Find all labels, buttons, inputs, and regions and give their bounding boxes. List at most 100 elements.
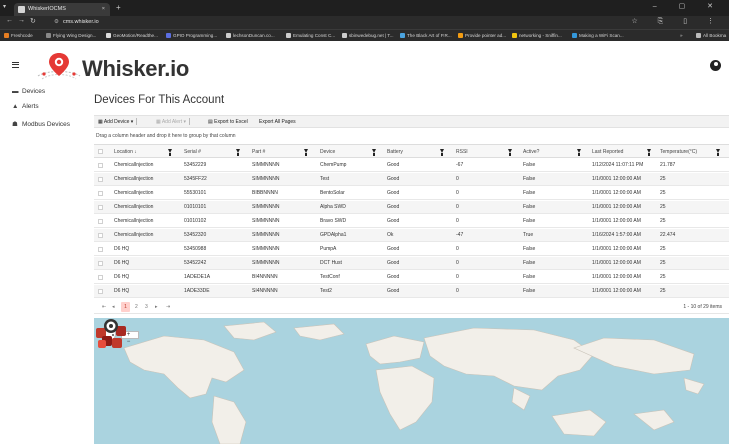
previous-page-icon[interactable]: ◂ — [112, 302, 115, 312]
row-checkbox[interactable] — [98, 275, 103, 280]
filter-icon[interactable] — [236, 149, 240, 156]
favicon-icon — [18, 6, 25, 13]
table-row[interactable]: D6 HQ 53452242 SIMMNNNN DCT Hust Good 0 False 1… — [94, 257, 729, 270]
bookmark-item[interactable]: GeoMotion/Readthe... — [106, 31, 158, 41]
cell-rssi: 0 — [456, 288, 459, 294]
bookmark-item[interactable]: networking - Sniffin... — [512, 31, 562, 41]
row-checkbox[interactable] — [98, 177, 103, 182]
reload-icon[interactable]: ↻ — [30, 17, 36, 25]
row-checkbox[interactable] — [98, 205, 103, 210]
table-row[interactable]: ChemicalInjection 01010102 SIMMNNNN Bravo S… — [94, 215, 729, 228]
page-button[interactable]: 2 — [135, 302, 138, 312]
device-cluster-marker-icon[interactable] — [94, 318, 128, 354]
table-row[interactable]: ChemicalInjection 53452320 SIMMNNNN GPDAlph… — [94, 229, 729, 242]
close-tab-icon[interactable]: × — [102, 3, 105, 16]
device-map[interactable]: + − — [94, 318, 729, 444]
cell-active: False — [523, 260, 536, 266]
filter-icon[interactable] — [304, 149, 308, 156]
column-header-last-reported[interactable]: Last Reported — [592, 145, 623, 159]
tab-search-icon[interactable]: ▾ — [3, 3, 6, 10]
filter-icon[interactable] — [508, 149, 512, 156]
browser-action-icons[interactable]: ☆ ⎘ ▯ ⋮ — [631, 17, 723, 26]
column-header-active[interactable]: Active? — [523, 145, 539, 159]
table-row[interactable]: ChemicalInjection 55530101 BIBBNNNN BentoSo… — [94, 187, 729, 200]
bookmark-item[interactable]: Making a WiFi Scan... — [572, 31, 624, 41]
window-controls[interactable]: – ▢ ✕ — [653, 2, 723, 10]
table-row[interactable]: D6 HQ 53450988 SIMMNNNN PumpA Good 0 False 1/1/… — [94, 243, 729, 256]
filter-icon[interactable] — [647, 149, 651, 156]
column-header-device[interactable]: Device — [320, 145, 335, 159]
filter-icon[interactable] — [716, 149, 720, 156]
bookmark-item[interactable]: lechsonDuncan.co... — [226, 31, 275, 41]
sidebar-item-alerts[interactable]: ▲ Alerts — [12, 103, 39, 110]
export-all-pages-button[interactable]: Export All Pages — [259, 118, 296, 127]
cell-serial: 1ADE33DE — [184, 288, 210, 294]
bookmark-item[interactable]: Provide pointer ad... — [458, 31, 506, 41]
table-row[interactable]: ChemicalInjection 01010101 SIMMNNNN Alpha S… — [94, 201, 729, 214]
browser-tab[interactable]: WhiskerIOCMS × — [14, 3, 110, 16]
new-tab-icon[interactable]: + — [116, 3, 121, 12]
row-checkbox[interactable] — [98, 233, 103, 238]
table-row[interactable]: D6 HQ 1ADEDE1A BI4NNNNN TestConf Good 0 False 1… — [94, 271, 729, 284]
first-page-icon[interactable]: ⇤ — [102, 302, 106, 312]
filter-icon[interactable] — [440, 149, 444, 156]
cell-battery: Good — [387, 288, 400, 294]
cell-active: False — [523, 246, 536, 252]
grid-pager: ⇤ ◂ 1 2 3 ▸ ⇥ 1 - 10 of 29 items — [94, 300, 729, 314]
cell-battery: Good — [387, 190, 400, 196]
grid-header: Location ↓ Serial # Part # Device Batter… — [94, 144, 729, 158]
export-excel-button[interactable]: ▤ Export to Excel — [208, 118, 248, 127]
cell-part: SIMMNNNN — [252, 204, 280, 210]
cell-temperature: 25 — [660, 288, 666, 294]
group-by-drop-zone[interactable]: Drag a column header and drop it here to… — [94, 130, 729, 142]
more-bookmarks-icon[interactable]: » — [680, 31, 683, 41]
url-field[interactable]: ⚙ cms.whisker.io — [54, 17, 99, 28]
table-row[interactable]: D6 HQ 1ADE33DE SI4NNNNN Test2 Good 0 False 1/1/… — [94, 285, 729, 298]
cell-location: ChemicalInjection — [114, 218, 154, 224]
bookmark-item[interactable]: Freshcode — [4, 31, 33, 41]
last-page-icon[interactable]: ⇥ — [166, 302, 170, 312]
filter-icon[interactable] — [372, 149, 376, 156]
add-device-button[interactable]: ▦ Add Device ▾ — [98, 118, 138, 127]
cell-device: Test2 — [320, 288, 332, 294]
filter-icon[interactable] — [168, 149, 172, 156]
column-header-rssi[interactable]: RSSI — [456, 145, 468, 159]
filter-icon[interactable] — [577, 149, 581, 156]
next-page-icon[interactable]: ▸ — [155, 302, 158, 312]
bookmark-item[interactable]: Emulating Const C... — [286, 31, 335, 41]
cell-temperature: 25 — [660, 274, 666, 280]
back-icon[interactable]: ← — [6, 17, 13, 24]
user-account-icon[interactable] — [710, 60, 721, 71]
cell-active: False — [523, 204, 536, 210]
all-bookmarks[interactable]: All Bookma — [696, 31, 726, 41]
page-button[interactable]: 3 — [145, 302, 148, 312]
column-header-battery[interactable]: Battery — [387, 145, 403, 159]
select-all-checkbox[interactable] — [98, 149, 103, 154]
cell-serial: 53452320 — [184, 232, 207, 238]
table-row[interactable]: ChemicalInjection 5345FF22 SIMMNNNN Test Goo… — [94, 173, 729, 186]
row-checkbox[interactable] — [98, 247, 103, 252]
hamburger-menu-icon[interactable] — [12, 62, 19, 68]
table-row[interactable]: ChemicalInjection 53452229 SIMMNNNN ChemPum… — [94, 159, 729, 172]
column-header-serial[interactable]: Serial # — [184, 145, 201, 159]
cell-part: BI4NNNNN — [252, 274, 278, 280]
bookmark-item[interactable]: GPIO Programming... — [166, 31, 217, 41]
cell-rssi: 0 — [456, 204, 459, 210]
forward-icon[interactable]: → — [18, 17, 25, 24]
sidebar-item-devices[interactable]: ▬ Devices — [12, 88, 45, 95]
bookmark-item[interactable]: The Black Art of P.R... — [400, 31, 452, 41]
column-header-part[interactable]: Part # — [252, 145, 265, 159]
add-alert-button[interactable]: ▦ Add Alert ▾ — [156, 118, 191, 127]
sidebar-item-modbus-devices[interactable]: ☗ Modbus Devices — [12, 120, 70, 128]
column-header-location[interactable]: Location ↓ — [114, 145, 137, 159]
site-info-icon[interactable]: ⚙ — [54, 19, 59, 25]
column-header-temperature[interactable]: Temperature(°C) — [660, 145, 697, 159]
row-checkbox[interactable] — [98, 261, 103, 266]
row-checkbox[interactable] — [98, 289, 103, 294]
bookmark-item[interactable]: Flying Wing Design... — [46, 31, 96, 41]
row-checkbox[interactable] — [98, 219, 103, 224]
page-button[interactable]: 1 — [121, 302, 130, 312]
row-checkbox[interactable] — [98, 163, 103, 168]
bookmark-item[interactable]: sbinwedebug.net | T... — [342, 31, 394, 41]
row-checkbox[interactable] — [98, 191, 103, 196]
